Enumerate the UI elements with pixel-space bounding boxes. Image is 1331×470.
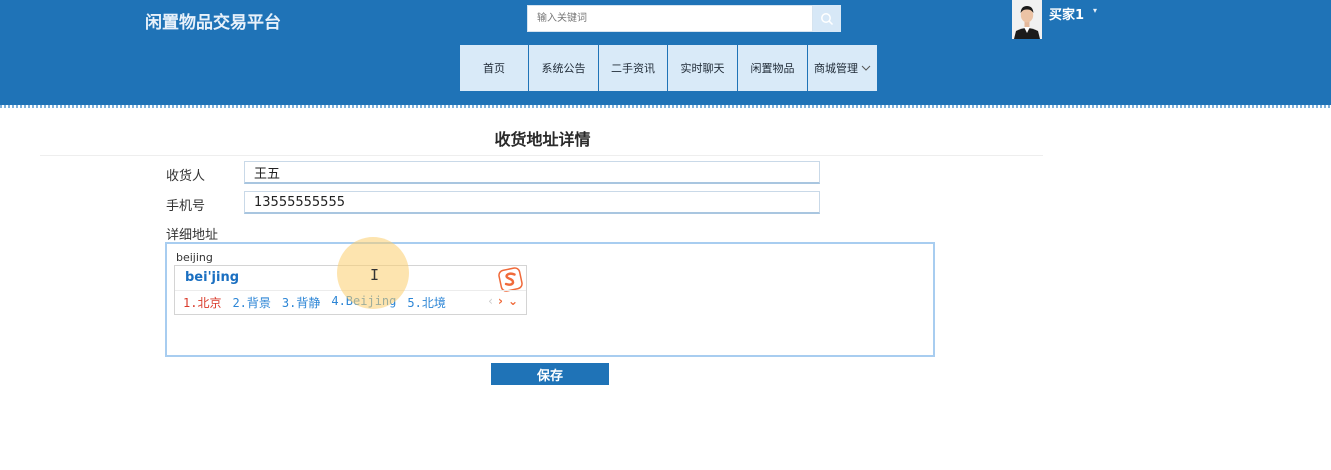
nav-item-label: 系统公告 xyxy=(541,62,586,75)
user-menu[interactable]: 买家1 ▾ xyxy=(1012,0,1097,39)
search-bar xyxy=(527,5,841,32)
site-brand[interactable]: 闲置物品交易平台 xyxy=(145,8,281,33)
address-label: 详细地址 xyxy=(166,228,219,243)
nav-item-idle-items[interactable]: 闲置物品 xyxy=(738,45,808,91)
ime-separator xyxy=(175,290,526,291)
ime-page-nav: ‹ › ⌄ xyxy=(483,294,518,308)
nav-item-home[interactable]: 首页 xyxy=(460,45,529,91)
nav-item-label: 二手资讯 xyxy=(611,62,655,75)
search-button[interactable] xyxy=(813,5,841,32)
user-name[interactable]: 买家1 xyxy=(1049,4,1084,23)
ime-next-page-icon[interactable]: › xyxy=(498,294,503,308)
search-icon xyxy=(821,12,834,25)
ime-candidate-window[interactable]: bei'jing 1.北京 2.背景 3.背静 4.Beijing 5.北境 ‹… xyxy=(174,265,527,315)
user-photo-icon xyxy=(1012,0,1042,39)
nav-item-label: 闲置物品 xyxy=(750,62,795,75)
ime-composition: bei'jing xyxy=(185,270,240,285)
nav-item-announcements[interactable]: 系统公告 xyxy=(529,45,599,91)
ime-candidate[interactable]: 3.背静 xyxy=(282,294,320,311)
nav-item-label: 商城管理 xyxy=(814,62,858,75)
chevron-down-icon xyxy=(861,65,871,71)
title-divider xyxy=(40,155,1043,156)
ime-candidate[interactable]: 5.北境 xyxy=(407,294,445,311)
sogou-ime-logo-icon[interactable] xyxy=(498,267,523,292)
page-title: 收货地址详情 xyxy=(494,130,591,149)
address-typed-text: beijing xyxy=(176,251,213,264)
nav-item-label: 实时聊天 xyxy=(680,62,725,75)
ime-candidate-list: 1.北京 2.背景 3.背静 4.Beijing 5.北境 xyxy=(183,294,457,311)
main-nav: 首页 系统公告 二手资讯 实时聊天 闲置物品 商城管理 xyxy=(460,45,877,91)
save-button[interactable]: 保存 xyxy=(491,363,609,385)
search-input[interactable] xyxy=(527,5,813,32)
nav-item-secondhand-news[interactable]: 二手资讯 xyxy=(599,45,668,91)
nav-item-label: 首页 xyxy=(483,62,505,75)
text-cursor-icon: I xyxy=(370,266,380,284)
avatar[interactable] xyxy=(1012,0,1042,39)
phone-label: 手机号 xyxy=(166,199,206,214)
nav-item-live-chat[interactable]: 实时聊天 xyxy=(668,45,738,91)
user-dropdown-caret-icon[interactable]: ▾ xyxy=(1093,6,1097,15)
phone-input[interactable] xyxy=(244,191,820,214)
recipient-input[interactable] xyxy=(244,161,820,184)
ime-candidate[interactable]: 1.北京 xyxy=(183,294,221,311)
ime-prev-page-icon[interactable]: ‹ xyxy=(488,294,493,308)
ime-expand-icon[interactable]: ⌄ xyxy=(508,294,518,308)
ime-candidate[interactable]: 4.Beijing xyxy=(331,294,396,311)
top-header: 闲置物品交易平台 买家1 ▾ 首页 系统公告 二手资讯 实时聊天 xyxy=(0,0,1331,108)
nav-item-mall-management[interactable]: 商城管理 xyxy=(808,45,877,91)
ime-candidate[interactable]: 2.背景 xyxy=(232,294,270,311)
recipient-label: 收货人 xyxy=(166,169,206,184)
